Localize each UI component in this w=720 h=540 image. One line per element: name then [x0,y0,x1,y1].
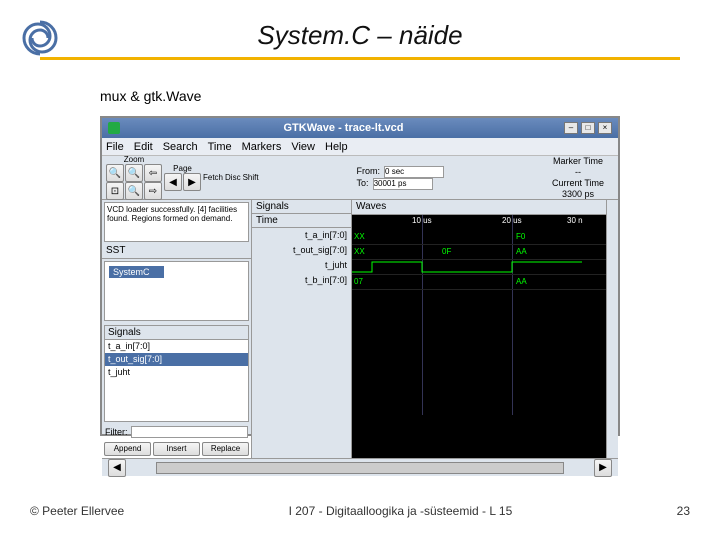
zoom-fit-button[interactable]: ⊡ [106,182,124,200]
disc-label: Disc [225,173,241,182]
table-row[interactable]: t_juht [252,258,351,273]
slide-footer: © Peeter Ellervee I 207 - Digitaalloogik… [0,504,720,518]
to-input[interactable] [373,178,433,190]
vertical-scrollbar[interactable] [606,200,618,458]
gtkwave-window: GTKWave - trace-lt.vcd – □ × File Edit S… [100,116,620,436]
append-button[interactable]: Append [104,442,151,456]
horizontal-scrollbar[interactable] [156,462,564,474]
menu-file[interactable]: File [106,141,124,153]
title-rule [40,57,680,60]
close-button[interactable]: × [598,122,612,134]
slide-title: System.C – näide [0,0,720,51]
zoom-full-button[interactable]: 🔍 [125,182,143,200]
filter-row: Filter: [102,424,251,440]
waveform-signal-names: Signals Time t_a_in[7:0] t_out_sig[7:0] … [252,200,352,458]
menu-help[interactable]: Help [325,141,348,153]
table-row[interactable]: t_b_in[7:0] [252,273,351,288]
slide-subtitle: mux & gtk.Wave [100,88,720,104]
minimize-button[interactable]: – [564,122,578,134]
zoom-fwd-button[interactable]: ⇨ [144,182,162,200]
message-box: VCD loader successfully. [4] facilities … [104,202,249,242]
window-titlebar[interactable]: GTKWave - trace-lt.vcd – □ × [102,118,618,138]
marker-time-label: Marker Time [542,156,614,167]
current-time-label: Current Time [542,178,614,189]
signals-col-header: Signals [252,200,351,214]
window-title: GTKWave - trace-lt.vcd [126,122,561,134]
fetch-label: Fetch [203,173,223,182]
tree-item[interactable]: SystemC [109,266,164,278]
zoom-out-button[interactable]: 🔍 [125,164,143,182]
waves-header: Waves [352,200,606,215]
filter-label: Filter: [105,427,128,437]
app-icon [108,122,120,134]
list-item[interactable]: t_a_in[7:0] [105,340,248,353]
menu-view[interactable]: View [291,141,315,153]
scroll-right-button[interactable]: ▶ [594,459,612,477]
table-row[interactable]: t_out_sig[7:0] [252,243,351,258]
hierarchy-tree[interactable]: SystemC [104,261,249,321]
menu-time[interactable]: Time [208,141,232,153]
time-col-header: Time [252,214,351,228]
insert-button[interactable]: Insert [153,442,200,456]
menu-markers[interactable]: Markers [242,141,282,153]
signals-list[interactable]: Signals t_a_in[7:0] t_out_sig[7:0] t_juh… [104,325,249,422]
list-item[interactable]: t_juht [105,366,248,379]
menu-search[interactable]: Search [163,141,198,153]
from-input[interactable] [384,166,444,178]
page-label: Page [173,164,192,173]
waveform-canvas[interactable]: Waves 10 us 20 us 30 n XX F0 XX 0F AA [352,200,606,458]
menu-edit[interactable]: Edit [134,141,153,153]
filter-input[interactable] [131,426,249,438]
list-item[interactable]: t_out_sig[7:0] [105,353,248,366]
sst-label: SST [102,244,251,259]
marker-time-value: -- [542,167,614,178]
shift-label: Shift [243,173,259,182]
zoom-label: Zoom [124,155,144,164]
maximize-button[interactable]: □ [581,122,595,134]
slide-logo [18,18,62,58]
page-number: 23 [677,504,690,518]
zoom-back-button[interactable]: ⇦ [144,164,162,182]
from-label: From: [357,166,381,177]
current-time-value: 3300 ps [542,189,614,200]
page-right-button[interactable]: ▶ [183,173,201,191]
toolbar: Zoom 🔍 🔍 ⇦ ⊡ 🔍 ⇨ Page ◀▶ Fetch Disc Shif… [102,156,618,200]
to-label: To: [357,178,369,189]
scroll-left-button[interactable]: ◀ [108,459,126,477]
digital-wave [352,260,606,275]
replace-button[interactable]: Replace [202,442,249,456]
zoom-in-button[interactable]: 🔍 [106,164,124,182]
page-left-button[interactable]: ◀ [164,173,182,191]
menubar: File Edit Search Time Markers View Help [102,138,618,156]
table-row[interactable]: t_a_in[7:0] [252,228,351,243]
copyright: © Peeter Ellervee [30,504,124,518]
time-ruler: 10 us 20 us 30 n [352,215,606,230]
status-bar: ◀ ▶ [102,458,618,476]
signals-header: Signals [105,326,248,340]
course-info: I 207 - Digitaalloogika ja -süsteemid - … [289,504,513,518]
